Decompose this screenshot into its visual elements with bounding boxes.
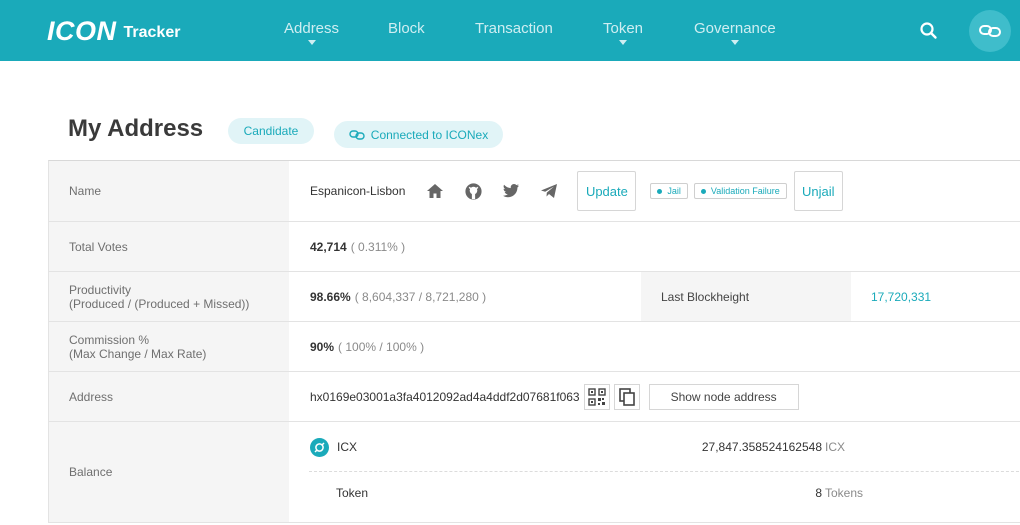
logo-sub-text: Tracker: [123, 24, 181, 41]
nav-transaction-label: Transaction: [475, 20, 553, 37]
icx-balance-value: 27,847.358524162548: [701, 440, 822, 454]
validation-failure-tag: Validation Failure: [693, 183, 787, 199]
nav-governance-label: Governance: [694, 20, 776, 37]
address-hash: hx0169e03001a3fa4012092ad4a4ddf2d07681f0…: [310, 389, 580, 404]
validation-failure-label: Validation Failure: [710, 186, 780, 196]
link-icon: [349, 129, 365, 140]
icx-label: ICX: [337, 440, 358, 454]
caret-down-icon: [307, 40, 316, 45]
address-row: Address hx0169e03001a3fa4012092ad4a4ddf2…: [49, 372, 1020, 422]
total-votes-row: Total Votes 42,714 ( 0.311% ): [49, 222, 1020, 272]
wallet-connect-button[interactable]: [969, 10, 1011, 52]
productivity-detail: ( 8,604,337 / 8,721,280 ): [354, 289, 487, 304]
nav-address[interactable]: Address: [284, 20, 340, 45]
jail-status-label: Jail: [667, 186, 681, 196]
page-title: My Address: [68, 115, 204, 142]
top-navigation-bar: ICON Tracker Address Block Transaction T…: [0, 0, 1020, 61]
nav-token-label: Token: [603, 20, 644, 37]
balance-row: Balance ICX 27,847.358524162548 ICX Toke…: [49, 422, 1020, 523]
address-value-cell: hx0169e03001a3fa4012092ad4a4ddf2d07681f0…: [289, 372, 1020, 421]
token-label: Token: [336, 486, 369, 500]
total-votes-label: Total Votes: [49, 222, 289, 271]
icx-balance-line: ICX 27,847.358524162548 ICX: [309, 437, 1020, 457]
github-icon[interactable]: [463, 181, 483, 201]
logo-main-text: ICON: [47, 16, 117, 46]
jail-status-tag: Jail: [650, 183, 688, 199]
twitter-icon[interactable]: [501, 181, 521, 201]
nav-block-label: Block: [388, 20, 425, 37]
commission-value: 90%: [310, 339, 335, 354]
token-balance-line[interactable]: Token 8 Tokens: [309, 483, 1020, 503]
nav-block[interactable]: Block: [388, 20, 425, 37]
productivity-label: Productivity (Produced / (Produced + Mis…: [49, 272, 289, 321]
token-count: 8: [815, 486, 822, 500]
qr-code-button[interactable]: [583, 383, 610, 410]
productivity-value-cell: 98.66% ( 8,604,337 / 8,721,280 ): [289, 272, 641, 321]
link-icon: [979, 25, 1001, 37]
search-icon[interactable]: [918, 20, 940, 42]
candidate-badge: Candidate: [228, 118, 314, 144]
connected-badge[interactable]: Connected to ICONex: [334, 121, 503, 148]
connected-label: Connected to ICONex: [370, 127, 489, 142]
balance-label: Balance: [49, 422, 289, 522]
balance-divider: [309, 471, 1020, 472]
commission-label: Commission % (Max Change / Max Rate): [49, 322, 289, 371]
last-blockheight-label: Last Blockheight: [641, 272, 851, 321]
status-dot-icon: [700, 188, 706, 194]
show-node-address-button[interactable]: Show node address: [648, 383, 799, 410]
total-votes-percent: ( 0.311% ): [350, 239, 406, 254]
last-blockheight-link[interactable]: 17,720,331: [871, 272, 931, 321]
nav-governance[interactable]: Governance: [694, 20, 776, 45]
prep-name: Espanicon-Lisbon: [310, 184, 406, 198]
update-button[interactable]: Update: [577, 171, 637, 211]
copy-button[interactable]: [613, 383, 640, 410]
address-info-table: Name Espanicon-Lisbon Update Jail Valida…: [48, 160, 1020, 523]
token-unit: Tokens: [825, 486, 864, 500]
commission-detail: ( 100% / 100% ): [338, 339, 425, 354]
commission-value-cell: 90% ( 100% / 100% ): [289, 322, 1020, 371]
status-dot-icon: [657, 188, 663, 194]
name-value-cell: Espanicon-Lisbon Update Jail Validation …: [289, 161, 1020, 221]
productivity-value: 98.66%: [310, 289, 351, 304]
caret-down-icon: [619, 40, 628, 45]
nav-token[interactable]: Token: [603, 20, 644, 45]
icx-icon: [310, 437, 329, 457]
qr-code-icon: [587, 387, 606, 406]
name-label: Name: [49, 161, 289, 221]
caret-down-icon: [730, 40, 739, 45]
commission-row: Commission % (Max Change / Max Rate) 90%…: [49, 322, 1020, 372]
nav-transaction[interactable]: Transaction: [475, 20, 553, 37]
copy-icon: [618, 387, 635, 406]
icx-unit: ICX: [825, 440, 846, 454]
icon-tracker-logo[interactable]: ICON Tracker: [47, 14, 180, 48]
home-icon[interactable]: [425, 181, 445, 201]
total-votes-value-cell: 42,714 ( 0.311% ): [289, 222, 1020, 271]
name-row: Name Espanicon-Lisbon Update Jail Valida…: [49, 161, 1020, 222]
unjail-button[interactable]: Unjail: [793, 171, 843, 211]
nav-address-label: Address: [284, 20, 340, 37]
total-votes-value: 42,714: [310, 239, 347, 254]
productivity-row: Productivity (Produced / (Produced + Mis…: [49, 272, 1020, 322]
address-label: Address: [49, 372, 289, 421]
telegram-icon[interactable]: [539, 181, 559, 201]
